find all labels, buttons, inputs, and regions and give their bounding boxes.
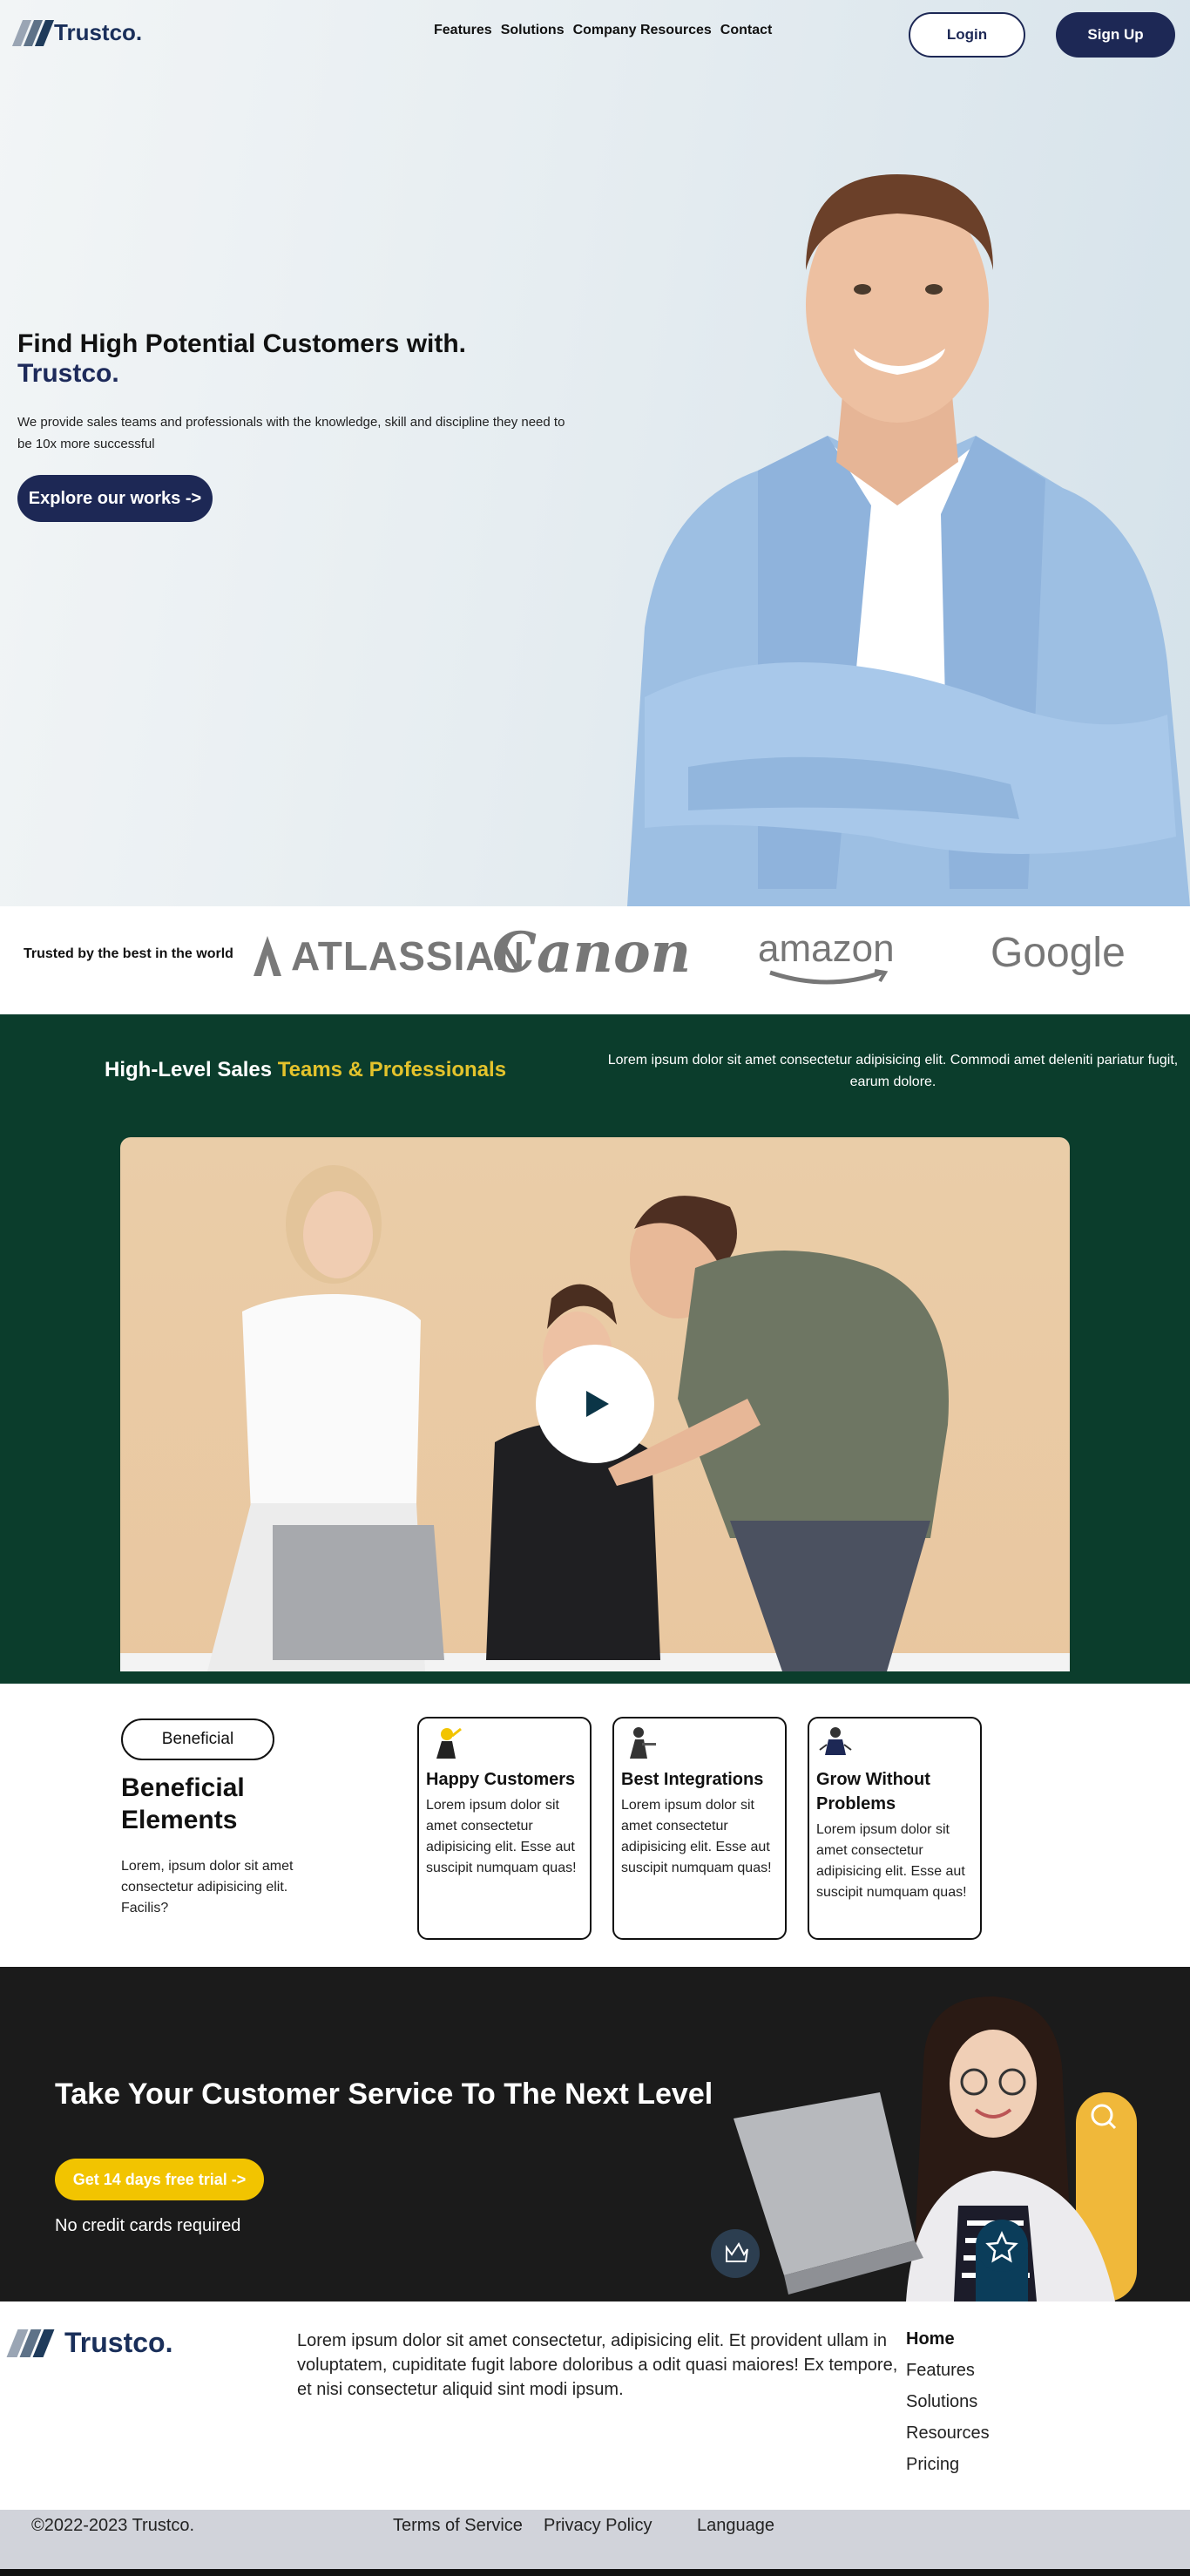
header-logo[interactable]: Trustco. xyxy=(11,19,143,46)
hero-title: Find High Potential Customers with. xyxy=(17,329,467,358)
cta-title: Take Your Customer Service To The Next L… xyxy=(55,2078,713,2111)
no-credit-card-note: No credit cards required xyxy=(55,2216,241,2235)
play-icon xyxy=(586,1391,609,1417)
footer-link-solutions[interactable]: Solutions xyxy=(906,2390,990,2414)
card-text: Lorem ipsum dolor sit amet consectetur a… xyxy=(426,1798,577,1875)
footer-links: Home Features Solutions Resources Pricin… xyxy=(906,2327,990,2477)
sales-description: Lorem ipsum dolor sit amet consectetur a… xyxy=(607,1053,1179,1089)
hero-description: We provide sales teams and professionals… xyxy=(17,415,565,451)
card-title: Best Integrations xyxy=(621,1770,764,1789)
beneficial-pill: Beneficial xyxy=(121,1718,274,1760)
footer-link-features[interactable]: Features xyxy=(906,2358,990,2383)
free-trial-button[interactable]: Get 14 days free trial -> xyxy=(55,2159,264,2200)
card-text: Lorem ipsum dolor sit amet consectetur a… xyxy=(621,1798,772,1875)
amazon-logo: amazon xyxy=(758,927,895,985)
main-nav: Features Solutions Company Resources Con… xyxy=(434,23,772,38)
footer-link-home[interactable]: Home xyxy=(906,2327,990,2351)
nav-contact[interactable]: Contact xyxy=(720,23,773,38)
sales-title: High-Level Sales Teams & Professionals xyxy=(105,1058,507,1081)
canon-logo: Canon xyxy=(492,920,692,986)
footer-brand: Trustco. xyxy=(64,2327,173,2358)
page-bottom-border xyxy=(0,2569,1190,2576)
benefit-card: Grow Without Problems Lorem ipsum dolor … xyxy=(808,1717,982,1940)
footer-logo[interactable]: Trustco. xyxy=(6,2327,173,2359)
footer-link-pricing[interactable]: Pricing xyxy=(906,2452,990,2477)
hero-man-image xyxy=(627,174,1190,906)
nav-features[interactable]: Features xyxy=(434,23,492,38)
grow-icon xyxy=(819,1727,852,1755)
login-button[interactable]: Login xyxy=(909,12,1025,58)
beneficial-title: Beneficial Elements xyxy=(121,1773,245,1834)
footer-description: Lorem ipsum dolor sit amet consectetur, … xyxy=(297,2331,898,2399)
logo-mark-icon xyxy=(6,2329,55,2357)
play-video-button[interactable] xyxy=(536,1345,654,1463)
header-brand: Trustco. xyxy=(54,19,143,45)
trusted-label: Trusted by the best in the world xyxy=(24,946,233,961)
atlassian-mark-icon xyxy=(254,936,281,976)
benefit-card: Happy Customers Lorem ipsum dolor sit am… xyxy=(417,1717,592,1940)
integrations-icon xyxy=(630,1727,656,1759)
hero-brand: Trustco. xyxy=(17,359,119,388)
terms-link[interactable]: Terms of Service xyxy=(393,2516,523,2536)
amazon-smile-icon xyxy=(769,969,889,985)
cta-section xyxy=(0,1967,1190,2301)
signup-button[interactable]: Sign Up xyxy=(1056,12,1175,58)
benefit-card: Best Integrations Lorem ipsum dolor sit … xyxy=(612,1717,787,1940)
footer-link-resources[interactable]: Resources xyxy=(906,2421,990,2445)
logo-mark-icon xyxy=(11,19,55,46)
privacy-link[interactable]: Privacy Policy xyxy=(544,2516,652,2536)
card-title: Happy Customers xyxy=(426,1770,576,1789)
explore-works-button[interactable]: Explore our works -> xyxy=(17,475,213,522)
card-title: Grow Without Problems xyxy=(816,1770,930,1813)
copyright: ©2022-2023 Trustco. xyxy=(31,2516,195,2535)
beneficial-description: Lorem, ipsum dolor sit amet consectetur … xyxy=(121,1859,294,1915)
nav-company-resources[interactable]: Company Resources xyxy=(573,23,712,38)
atlassian-logo: ATLASSIAN xyxy=(253,932,525,980)
language-selector[interactable]: Language xyxy=(697,2516,774,2536)
nav-solutions[interactable]: Solutions xyxy=(501,23,565,38)
happy-customers-icon xyxy=(436,1727,462,1759)
cta-woman-image xyxy=(711,1996,1137,2301)
card-text: Lorem ipsum dolor sit amet consectetur a… xyxy=(816,1822,967,1900)
google-logo: Google xyxy=(991,930,1126,976)
